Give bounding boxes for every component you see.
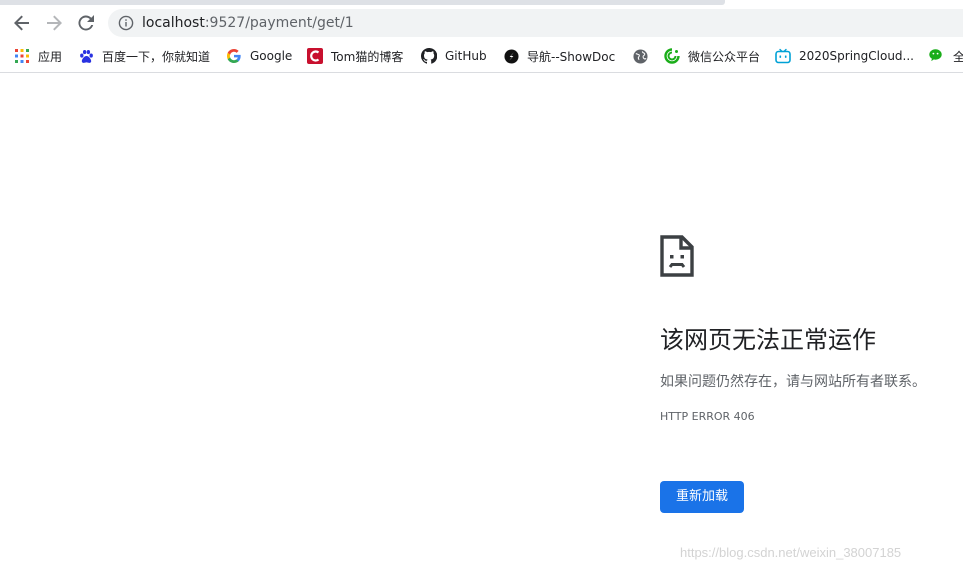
baidu-paw-icon xyxy=(78,48,94,64)
globe-icon xyxy=(632,48,648,64)
reload-button[interactable]: 重新加载 xyxy=(660,481,744,513)
wechat-mp-icon xyxy=(664,48,680,64)
bilibili-tv-icon xyxy=(775,48,791,64)
wechat-chat-icon xyxy=(929,48,945,64)
bookmark-label: 微信公众平台 xyxy=(688,49,761,64)
url-path: :9527/payment/get/1 xyxy=(204,15,354,31)
forward-button[interactable] xyxy=(40,9,68,37)
bookmark-tom-blog[interactable]: Tom猫的博客 xyxy=(307,47,403,65)
arrow-left-icon xyxy=(14,15,29,31)
bookmark-label: 2020SpringCloud... xyxy=(799,49,914,63)
info-icon[interactable] xyxy=(118,15,134,31)
apps-grid-icon xyxy=(14,48,30,64)
address-bar[interactable]: localhost:9527/payment/get/1 xyxy=(108,9,963,37)
error-code: HTTP ERROR 406 xyxy=(660,410,755,423)
bookmark-github[interactable]: GitHub xyxy=(421,47,487,65)
bookmark-label: 百度一下，你就知道 xyxy=(102,49,211,64)
github-icon xyxy=(421,48,437,64)
tom-blog-icon xyxy=(307,48,323,64)
bookmark-showdoc[interactable]: 导航--ShowDoc xyxy=(503,47,615,65)
bookmark-apps[interactable]: 应用 xyxy=(14,47,62,65)
bookmark-springcloud[interactable]: 2020SpringCloud... xyxy=(775,47,914,65)
reload-toolbar-button[interactable] xyxy=(72,9,100,37)
bookmark-label: Tom猫的博客 xyxy=(331,49,404,64)
error-description: 如果问题仍然存在，请与网站所有者联系。 xyxy=(660,374,926,390)
bookmark-label: GitHub xyxy=(445,49,487,63)
error-title: 该网页无法正常运作 xyxy=(660,326,876,354)
bookmark-wechat-mp[interactable]: 微信公众平台 xyxy=(664,47,760,65)
bookmark-globe[interactable] xyxy=(632,47,656,65)
bookmarks-bar: 应用 百度一下，你就知道 Google Tom猫的博客 GitHub 导航--S… xyxy=(0,41,963,73)
bookmark-label: Google xyxy=(250,49,293,63)
refresh-icon xyxy=(78,15,94,31)
bookmark-label: 导航--ShowDoc xyxy=(527,49,616,64)
arrow-right-icon xyxy=(47,15,62,31)
bookmark-label: 全 xyxy=(953,48,963,65)
sad-page-icon xyxy=(660,235,694,277)
watermark: https://blog.csdn.net/weixin_38007185 xyxy=(680,545,902,560)
bookmark-label: 应用 xyxy=(38,49,63,64)
url-text[interactable]: localhost:9527/payment/get/1 xyxy=(142,14,354,32)
bookmark-google[interactable]: Google xyxy=(226,47,292,65)
google-g-icon xyxy=(226,48,242,64)
bookmark-wechat[interactable]: 全 xyxy=(929,47,963,65)
browser-toolbar: localhost:9527/payment/get/1 xyxy=(0,5,963,41)
bookmark-baidu[interactable]: 百度一下，你就知道 xyxy=(78,47,210,65)
back-button[interactable] xyxy=(8,9,36,37)
url-host: localhost xyxy=(142,15,205,31)
showdoc-icon xyxy=(503,48,519,64)
